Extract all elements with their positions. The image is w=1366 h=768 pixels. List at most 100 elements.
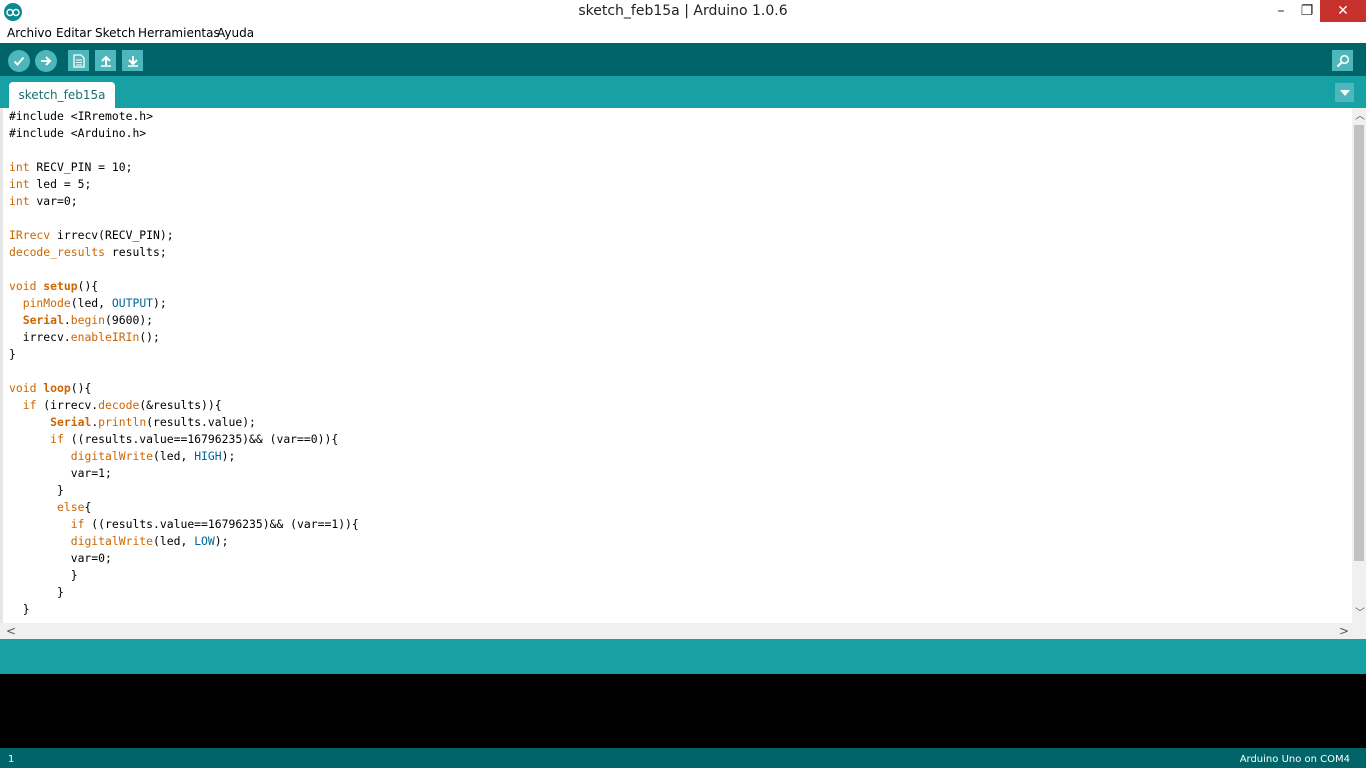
code-token: Serial <box>22 313 64 327</box>
code-token: Serial <box>50 415 92 429</box>
menu-bar: Archivo Editar Sketch Herramientas Ayuda <box>0 24 1366 43</box>
magnifier-icon <box>1336 54 1349 67</box>
code-editor[interactable]: #include <IRremote.h> #include <Arduino.h… <box>0 108 1352 623</box>
code-token: digitalWrite <box>70 449 154 463</box>
code-line: if ((results.value==16796235)&& (var==1)… <box>9 516 359 533</box>
code-token: (); <box>139 330 160 344</box>
code-token: #include <Arduino.h> <box>9 126 147 140</box>
code-token: (){ <box>77 279 99 293</box>
code-token: begin <box>70 313 106 327</box>
code-token: LOW <box>194 534 215 548</box>
code-token: if <box>70 517 85 531</box>
new-file-icon <box>72 53 85 68</box>
code-line: } <box>9 567 78 584</box>
vertical-scroll-thumb[interactable] <box>1354 125 1364 561</box>
code-line: int led = 5; <box>9 176 91 193</box>
code-token: if <box>50 432 64 446</box>
code-token: var=0; <box>29 194 78 208</box>
code-token: ((results.value==16796235)&& (var==0)){ <box>63 432 339 446</box>
horizontal-scrollbar[interactable]: < > <box>0 623 1352 639</box>
code-line: decode_results results; <box>9 244 167 261</box>
code-token: loop <box>43 381 71 395</box>
window-title: sketch_feb15a | Arduino 1.0.6 <box>578 3 788 19</box>
code-token: decode <box>98 398 140 412</box>
code-token: OUTPUT <box>111 296 154 310</box>
scroll-down-icon[interactable]: ﹀ <box>1355 608 1365 620</box>
code-token: results; <box>105 245 167 259</box>
code-line: if ((results.value==16796235)&& (var==0)… <box>9 431 338 448</box>
new-sketch-button[interactable] <box>68 50 89 71</box>
code-token: RECV_PIN = 10; <box>29 160 133 174</box>
scroll-left-icon[interactable]: < <box>6 625 16 637</box>
open-arrow-up-icon <box>100 55 111 67</box>
code-token: #include <IRremote.h> <box>9 109 154 123</box>
code-token: var=0; <box>9 551 112 565</box>
code-token: IRrecv <box>9 228 51 242</box>
tab-sketch[interactable]: sketch_feb15a <box>9 82 115 108</box>
scroll-up-icon[interactable]: ︿ <box>1355 111 1365 123</box>
code-token: void <box>9 381 37 395</box>
code-token: irrecv. <box>9 330 71 344</box>
code-token: ); <box>221 449 236 463</box>
menu-sketch[interactable]: Sketch <box>95 26 135 40</box>
code-token: if <box>22 398 37 412</box>
code-token: int <box>9 194 30 208</box>
code-line: } <box>9 601 30 618</box>
code-line: } <box>9 346 16 363</box>
code-token: (&results)){ <box>139 398 222 412</box>
code-line: irrecv.enableIRIn(); <box>9 329 160 346</box>
menu-ayuda[interactable]: Ayuda <box>217 26 254 40</box>
console-output[interactable] <box>0 674 1366 748</box>
verify-button[interactable] <box>8 50 30 72</box>
code-line: pinMode(led, OUTPUT); <box>9 295 167 312</box>
vertical-scrollbar[interactable]: ︿ ﹀ <box>1352 108 1366 623</box>
code-line: int RECV_PIN = 10; <box>9 159 132 176</box>
menu-archivo[interactable]: Archivo <box>7 26 52 40</box>
serial-monitor-button[interactable] <box>1332 50 1353 71</box>
code-token: int <box>9 177 30 191</box>
code-line: var=1; <box>9 465 112 482</box>
verify-icon <box>13 56 25 66</box>
code-token: println <box>98 415 147 429</box>
code-line: #include <Arduino.h> <box>9 125 146 142</box>
code-token: } <box>9 568 78 582</box>
footer-bar: 1 Arduino Uno on COM4 <box>0 748 1366 768</box>
code-token: (led, <box>153 449 195 463</box>
code-line: } <box>9 482 64 499</box>
code-token: { <box>84 500 92 514</box>
code-token: led = 5; <box>29 177 92 191</box>
code-line: int var=0; <box>9 193 78 210</box>
scroll-right-icon[interactable]: > <box>1339 625 1349 637</box>
code-token: (led, <box>70 296 112 310</box>
code-token: digitalWrite <box>70 534 154 548</box>
code-token: (led, <box>153 534 195 548</box>
save-arrow-down-icon <box>127 55 138 67</box>
code-token: irrecv(RECV_PIN); <box>50 228 174 242</box>
upload-button[interactable] <box>35 50 57 72</box>
close-button[interactable]: ✕ <box>1320 0 1366 22</box>
open-sketch-button[interactable] <box>95 50 116 71</box>
code-token: var=1; <box>9 466 112 480</box>
save-sketch-button[interactable] <box>122 50 143 71</box>
code-token: (results.value); <box>146 415 256 429</box>
code-line: digitalWrite(led, LOW); <box>9 533 229 550</box>
code-line: Serial.println(results.value); <box>9 414 256 431</box>
code-line: void loop(){ <box>9 380 91 397</box>
code-token: HIGH <box>194 449 222 463</box>
tab-strip: sketch_feb15a <box>0 76 1366 108</box>
code-line: digitalWrite(led, HIGH); <box>9 448 236 465</box>
code-token: pinMode <box>22 296 71 310</box>
menu-herramientas[interactable]: Herramientas <box>138 26 220 40</box>
menu-editar[interactable]: Editar <box>56 26 92 40</box>
code-token: ); <box>214 534 229 548</box>
tab-menu-button[interactable] <box>1335 83 1354 102</box>
code-token: setup <box>43 279 78 293</box>
